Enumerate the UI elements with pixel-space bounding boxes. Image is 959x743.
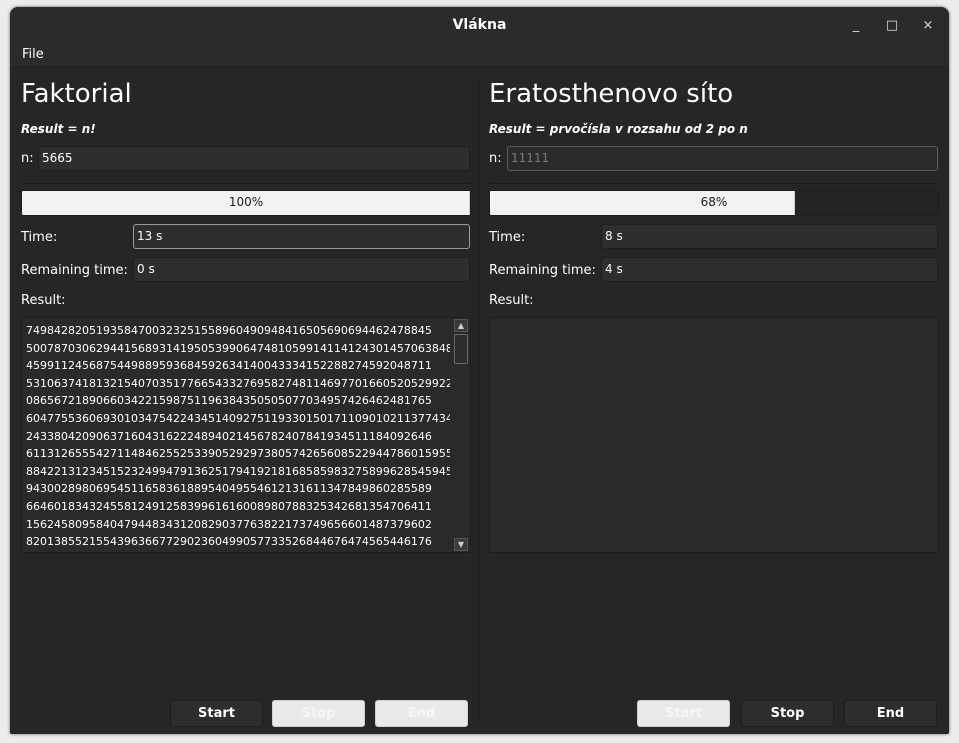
sieve-end-button[interactable]: End — [844, 700, 937, 727]
factorial-result-scrollbar[interactable]: ▲ ▼ — [453, 318, 468, 552]
app-window: Vlákna _ □ × File Faktorial Result = n! … — [10, 7, 949, 734]
factorial-result-line: 0865672189066034221598751196384350505077… — [26, 394, 432, 408]
factorial-result-line: 2433804209063716043162224894021456782407… — [26, 429, 432, 443]
sieve-remaining-field: 4 s — [601, 257, 938, 282]
factorial-title: Faktorial — [21, 79, 132, 109]
factorial-result-line: 8201385521554396366772902360499057733526… — [26, 535, 432, 549]
factorial-remaining-field: 0 s — [133, 257, 470, 282]
factorial-progress-bar: 100% — [21, 190, 471, 216]
scrollbar-thumb[interactable] — [454, 334, 468, 364]
close-icon[interactable]: × — [919, 17, 937, 35]
menu-bar: File — [10, 45, 949, 67]
factorial-result-line: 6113126555427114846255253390529297380574… — [26, 447, 450, 461]
factorial-time-field[interactable]: 13 s — [133, 224, 470, 249]
sieve-time-field: 8 s — [601, 224, 938, 249]
sieve-stop-button[interactable]: Stop — [741, 700, 834, 727]
sieve-separator — [489, 183, 939, 184]
factorial-result-line: 8842213123451523249947913625179419218168… — [26, 464, 450, 478]
sieve-panel: Eratosthenovo síto Result = prvočísla v … — [489, 67, 939, 734]
factorial-end-button[interactable]: End — [375, 700, 468, 727]
factorial-progress-text: 100% — [228, 195, 264, 209]
scroll-down-icon[interactable]: ▼ — [454, 538, 468, 551]
minimize-icon[interactable]: _ — [847, 17, 865, 35]
factorial-result-area[interactable]: 7498428205193584700323251558960490948416… — [21, 317, 471, 553]
main-content: Faktorial Result = n! n: 5665 100% Time:… — [10, 67, 949, 734]
sieve-result-area[interactable] — [489, 317, 939, 553]
factorial-result-line: 4599112456875449889593684592634140043334… — [26, 359, 432, 373]
factorial-start-button[interactable]: Start — [170, 700, 263, 727]
sieve-time-label: Time: — [489, 230, 526, 245]
scroll-up-icon[interactable]: ▲ — [454, 319, 468, 332]
panel-divider — [478, 79, 479, 721]
sieve-subtitle: Result = prvočísla v rozsahu od 2 po n — [489, 122, 748, 136]
factorial-result-line: 1562458095840479448343120829037763822173… — [26, 517, 432, 531]
factorial-time-label: Time: — [21, 230, 58, 245]
title-bar[interactable]: Vlákna _ □ × — [10, 7, 949, 45]
sieve-start-button[interactable]: Start — [637, 700, 730, 727]
menu-file[interactable]: File — [22, 47, 44, 62]
sieve-title: Eratosthenovo síto — [489, 79, 734, 109]
factorial-n-label: n: — [21, 151, 34, 166]
factorial-subtitle: Result = n! — [21, 122, 96, 136]
sieve-result-label: Result: — [489, 293, 534, 308]
factorial-result-line: 6646018343245581249125839961616008980788… — [26, 499, 432, 513]
factorial-separator — [21, 183, 471, 184]
maximize-icon[interactable]: □ — [883, 17, 901, 35]
factorial-result-line: 5007870306294415689314195053990647481059… — [26, 341, 450, 355]
factorial-panel: Faktorial Result = n! n: 5665 100% Time:… — [21, 67, 471, 734]
window-title: Vlákna — [452, 17, 507, 33]
factorial-result-line: 6047755360693010347542243451409275119330… — [26, 411, 450, 425]
factorial-remaining-label: Remaining time: — [21, 263, 128, 278]
sieve-progress-text: 68% — [700, 195, 728, 209]
factorial-result-line: 5310637418132154070351776654332769582748… — [26, 376, 450, 390]
sieve-n-input[interactable]: 11111 — [507, 146, 938, 171]
sieve-progress-bar: 68% — [489, 190, 939, 216]
factorial-result-text: 7498428205193584700323251558960490948416… — [26, 322, 450, 552]
factorial-result-line: 7498428205193584700323251558960490948416… — [26, 324, 432, 337]
sieve-remaining-label: Remaining time: — [489, 263, 596, 278]
sieve-n-label: n: — [489, 151, 502, 166]
factorial-n-input[interactable]: 5665 — [38, 146, 470, 171]
factorial-stop-button[interactable]: Stop — [272, 700, 365, 727]
factorial-result-label: Result: — [21, 293, 66, 308]
factorial-result-line: 9430028980695451165836188954049554612131… — [26, 482, 432, 496]
